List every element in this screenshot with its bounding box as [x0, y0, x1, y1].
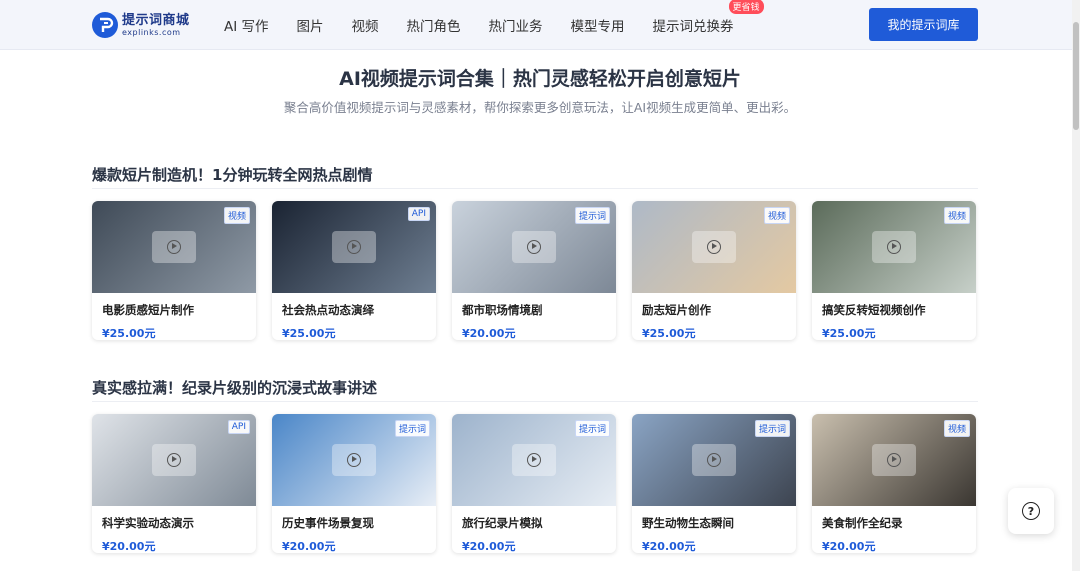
card-title: 旅行纪录片模拟: [462, 516, 543, 530]
play-icon: [527, 240, 541, 254]
card-price: ¥20.00元: [642, 540, 696, 553]
help-button[interactable]: ?: [1008, 488, 1054, 534]
savings-badge: 更省钱: [728, 0, 764, 14]
card-price: ¥20.00元: [462, 540, 516, 553]
main-nav: AI 写作 图片 视频 热门角色 热门业务 模型专用 提示词兑换券 更省钱: [210, 0, 764, 50]
card-row: 视频电影质感短片制作 ¥25.00元 API 社会热点动态演绎 ¥25.00元 提示词都市…: [92, 201, 978, 340]
card-title: 电影质感短片制作: [102, 303, 194, 317]
prompt-card[interactable]: 提示词野生动物生态瞬间 ¥20.00元: [632, 414, 796, 553]
section-title: 真实感拉满！纪录片级别的沉浸式故事讲述: [92, 379, 378, 397]
section-divider: [92, 188, 978, 189]
my-prompt-library-button[interactable]: 我的提示词库: [869, 8, 978, 41]
question-icon: ?: [1022, 502, 1040, 520]
play-overlay[interactable]: [152, 444, 196, 476]
card-title: 励志短片创作: [642, 303, 711, 317]
card-thumbnail: 视频: [632, 201, 796, 293]
prompt-card[interactable]: 视频励志短片创作 ¥25.00元: [632, 201, 796, 340]
nav-item-voucher[interactable]: 提示词兑换券 更省钱: [652, 0, 764, 35]
play-icon: [167, 240, 181, 254]
play-overlay[interactable]: [872, 231, 916, 263]
play-overlay[interactable]: [332, 444, 376, 476]
card-type-tag: 提示词: [394, 420, 430, 437]
play-icon: [527, 453, 541, 467]
section-divider: [92, 401, 978, 402]
prompt-card[interactable]: 视频搞笑反转短视频创作 ¥25.00元: [812, 201, 976, 340]
card-thumbnail: 视频: [812, 414, 976, 506]
card-type-tag: 提示词: [754, 420, 790, 437]
card-type-tag: API: [227, 420, 250, 434]
card-price: ¥25.00元: [102, 327, 156, 340]
card-row: API 科学实验动态演示 ¥20.00元 提示词 历史事件场景复现 ¥20.00元 提示词旅…: [92, 414, 978, 553]
card-title: 野生动物生态瞬间: [642, 516, 734, 530]
card-thumbnail: 视频: [812, 201, 976, 293]
card-type-tag: 视频: [943, 420, 970, 437]
play-icon: [347, 240, 361, 254]
card-price: ¥20.00元: [102, 540, 156, 553]
card-title: 科学实验动态演示: [102, 516, 194, 530]
card-type-tag: API: [407, 207, 430, 221]
play-icon: [887, 240, 901, 254]
nav-item-video[interactable]: 视频: [352, 15, 379, 35]
nav-item-voucher-label: 提示词兑换券: [652, 19, 734, 35]
card-thumbnail: 视频: [92, 201, 256, 293]
card-title: 美食制作全纪录: [822, 516, 903, 530]
card-price: ¥25.00元: [642, 327, 696, 340]
prompt-card[interactable]: 提示词都市职场情境剧 ¥20.00元: [452, 201, 616, 340]
section-title: 爆款短片制造机！1分钟玩转全网热点剧情: [92, 166, 373, 184]
card-type-tag: 提示词: [574, 420, 610, 437]
play-overlay[interactable]: [512, 231, 556, 263]
card-price: ¥20.00元: [462, 327, 516, 340]
nav-item-model-specific[interactable]: 模型专用: [571, 15, 625, 35]
logo-name: 提示词商城: [122, 12, 190, 28]
card-type-tag: 视频: [223, 207, 250, 224]
play-icon: [347, 453, 361, 467]
play-icon: [887, 453, 901, 467]
play-overlay[interactable]: [692, 444, 736, 476]
card-type-tag: 视频: [943, 207, 970, 224]
play-overlay[interactable]: [872, 444, 916, 476]
play-icon: [167, 453, 181, 467]
card-title: 搞笑反转短视频创作: [822, 303, 926, 317]
card-title: 历史事件场景复现: [282, 516, 374, 530]
play-overlay[interactable]: [152, 231, 196, 263]
play-icon: [707, 240, 721, 254]
page-title: AI视频提示词合集｜热门灵感轻松开启创意短片: [339, 68, 741, 90]
nav-item-hot-business[interactable]: 热门业务: [489, 15, 543, 35]
top-header: 提示词商城 explinks.com AI 写作 图片 视频 热门角色 热门业务…: [0, 0, 1080, 50]
prompt-card[interactable]: 提示词旅行纪录片模拟 ¥20.00元: [452, 414, 616, 553]
prompt-card[interactable]: API 社会热点动态演绎 ¥25.00元: [272, 201, 436, 340]
card-thumbnail: 提示词: [632, 414, 796, 506]
logo-icon: [92, 12, 118, 38]
card-thumbnail: 提示词: [452, 201, 616, 293]
nav-item-hot-roles[interactable]: 热门角色: [407, 15, 461, 35]
card-title: 都市职场情境剧: [462, 303, 543, 317]
card-price: ¥20.00元: [822, 540, 876, 553]
prompt-card[interactable]: 视频美食制作全纪录 ¥20.00元: [812, 414, 976, 553]
play-overlay[interactable]: [692, 231, 736, 263]
card-type-tag: 视频: [763, 207, 790, 224]
logo-domain: explinks.com: [122, 27, 181, 37]
prompt-card[interactable]: 视频电影质感短片制作 ¥25.00元: [92, 201, 256, 340]
prompt-card[interactable]: API 科学实验动态演示 ¥20.00元: [92, 414, 256, 553]
card-price: ¥25.00元: [282, 327, 336, 340]
nav-item-images[interactable]: 图片: [297, 15, 324, 35]
site-logo[interactable]: 提示词商城 explinks.com: [92, 11, 192, 39]
card-price: ¥20.00元: [282, 540, 336, 553]
card-thumbnail: API: [272, 201, 436, 293]
card-thumbnail: 提示词: [272, 414, 436, 506]
card-thumbnail: 提示词: [452, 414, 616, 506]
play-overlay[interactable]: [512, 444, 556, 476]
page-subtitle: 聚合高价值视频提示词与灵感素材，帮你探索更多创意玩法，让AI视频生成更简单、更出…: [283, 100, 797, 115]
card-price: ¥25.00元: [822, 327, 876, 340]
card-type-tag: 提示词: [574, 207, 610, 224]
prompt-card[interactable]: 提示词历史事件场景复现 ¥20.00元: [272, 414, 436, 553]
card-thumbnail: API: [92, 414, 256, 506]
nav-item-ai-writing[interactable]: AI 写作: [224, 15, 269, 35]
play-overlay[interactable]: [332, 231, 376, 263]
play-icon: [707, 453, 721, 467]
card-title: 社会热点动态演绎: [282, 303, 374, 317]
